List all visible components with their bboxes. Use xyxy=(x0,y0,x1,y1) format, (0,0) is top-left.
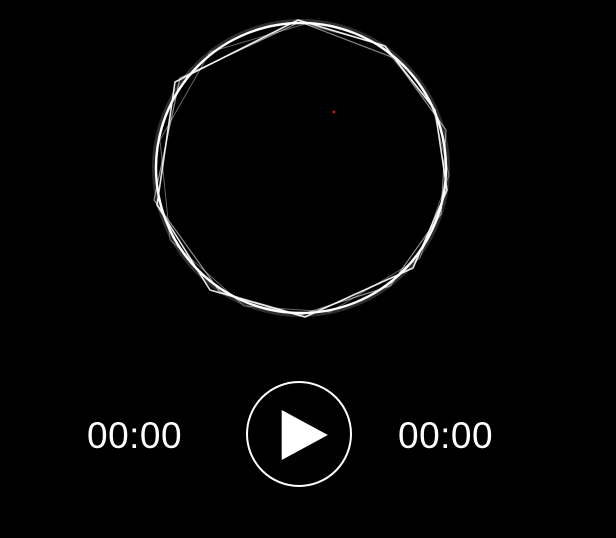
visualizer-canvas xyxy=(152,19,450,318)
play-button[interactable] xyxy=(246,381,352,487)
elapsed-time: 00:00 xyxy=(87,415,183,456)
waveform-ring-main xyxy=(154,21,448,315)
player-controls: 00:00 00:00 xyxy=(0,378,616,490)
audio-visualizer xyxy=(0,0,616,340)
waveform-ring xyxy=(152,19,450,318)
visualizer-marker-dot xyxy=(332,110,336,114)
play-icon xyxy=(281,409,328,460)
total-time: 00:00 xyxy=(398,415,494,456)
